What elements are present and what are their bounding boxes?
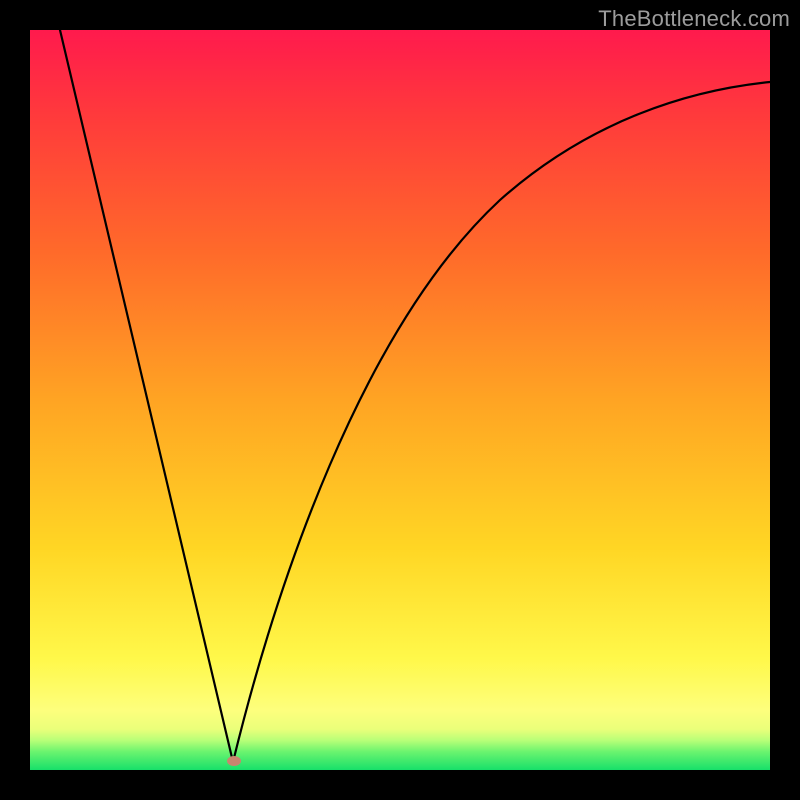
bottleneck-curve-left bbox=[60, 30, 233, 762]
bottleneck-curve-right bbox=[233, 82, 770, 762]
chart-frame: TheBottleneck.com bbox=[0, 0, 800, 800]
curve-svg bbox=[30, 30, 770, 770]
plot-area bbox=[30, 30, 770, 770]
minimum-marker bbox=[227, 756, 241, 766]
watermark-text: TheBottleneck.com bbox=[598, 6, 790, 32]
